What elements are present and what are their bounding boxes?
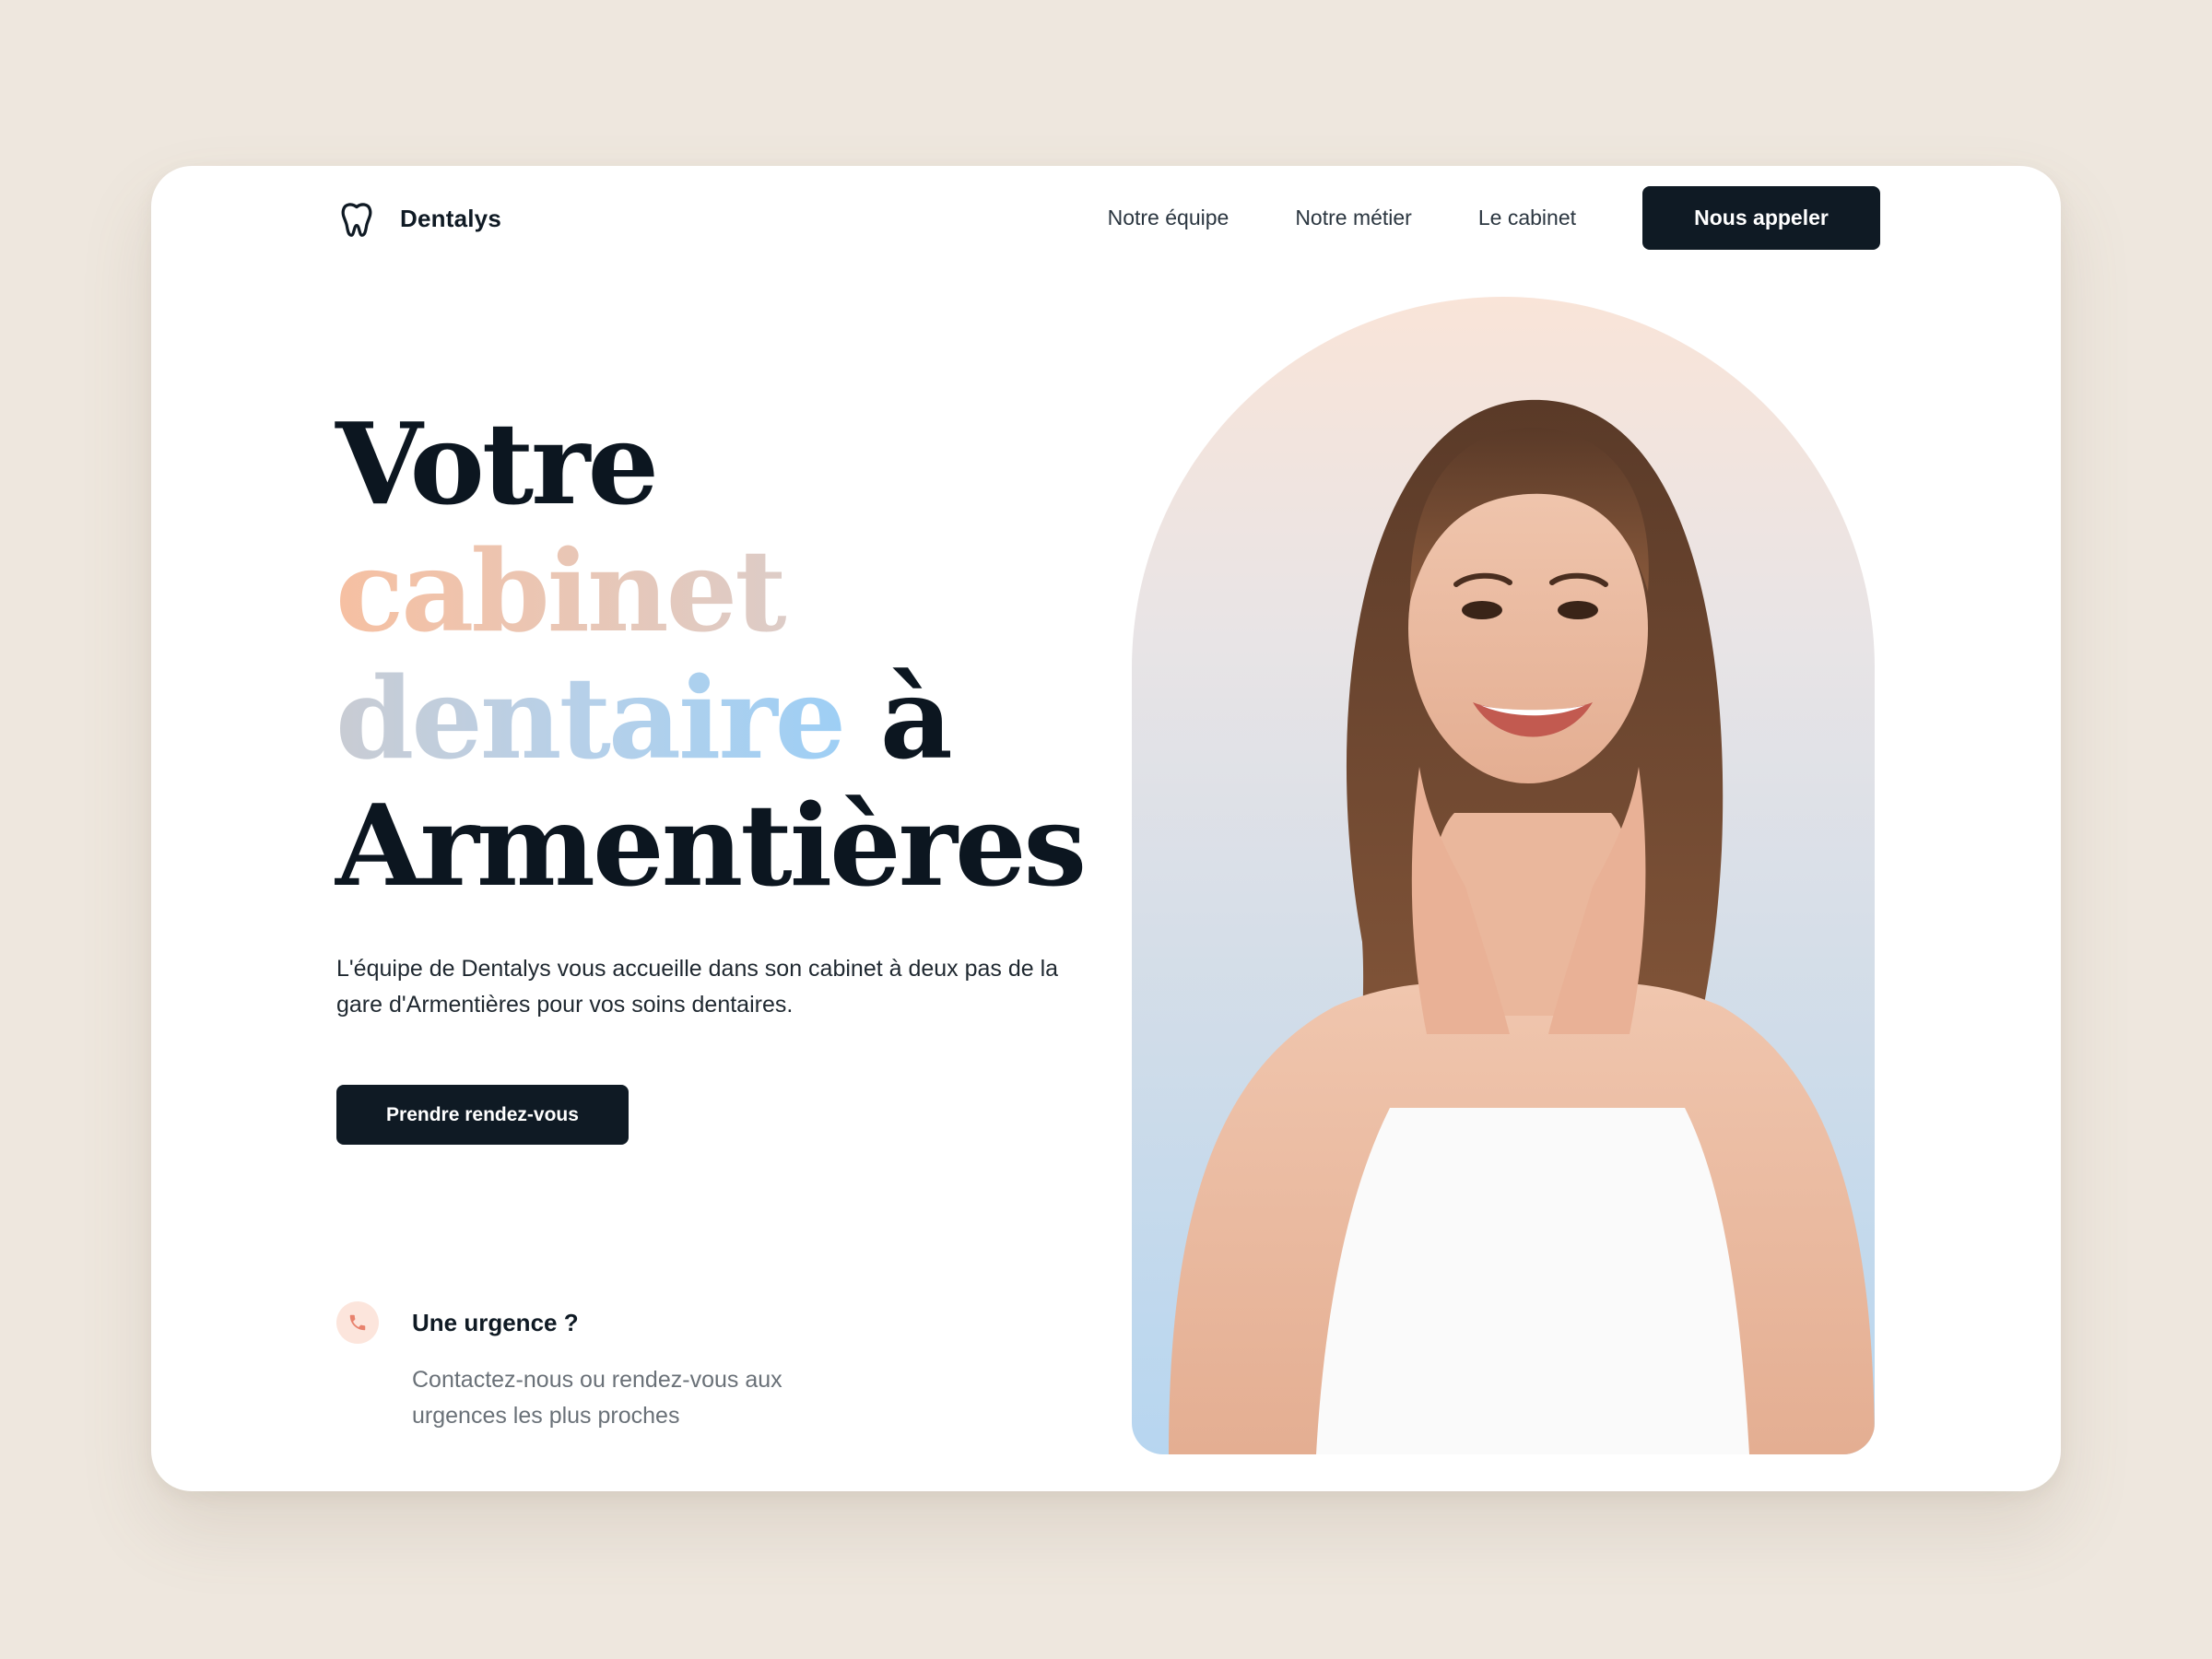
headline-line-4: Armentières [335,779,1087,912]
hero-image [1132,297,1875,1454]
headline-line-3: dentaire à [335,654,1084,782]
nav-link-le-cabinet[interactable]: Le cabinet [1478,206,1576,230]
call-button[interactable]: Nous appeler [1642,186,1880,250]
hero-headline: Votre cabinet dentaire à Armentières [335,397,1087,912]
nav-link-notre-metier[interactable]: Notre métier [1295,206,1412,230]
logo[interactable]: Dentalys [335,197,501,240]
main-nav: Notre équipe Notre métier Le cabinet Nou… [1108,186,1880,250]
brand-name: Dentalys [400,204,501,232]
woman-smiling-photo [1169,399,1875,1454]
nav-link-notre-equipe[interactable]: Notre équipe [1108,206,1230,230]
tooth-icon [341,203,372,237]
urgent-phone-badge [336,1301,379,1344]
urgent-text: Contactez-nous ou rendez-vous aux urgenc… [412,1367,782,1429]
headline-a: à [843,652,953,784]
urgent-title: Une urgence ? [412,1309,579,1336]
headline-line-1: Votre [335,397,659,530]
headline-dentaire: dentaire [335,652,846,784]
headline-line-2: cabinet [335,527,1084,654]
book-appointment-button[interactable]: Prendre rendez-vous [336,1085,629,1145]
phone-icon [349,1314,366,1331]
main-card: Dentalys Notre équipe Notre métier Le ca… [151,166,2061,1491]
hero-description: L'équipe de Dentalys vous accueille dans… [336,956,1059,1018]
